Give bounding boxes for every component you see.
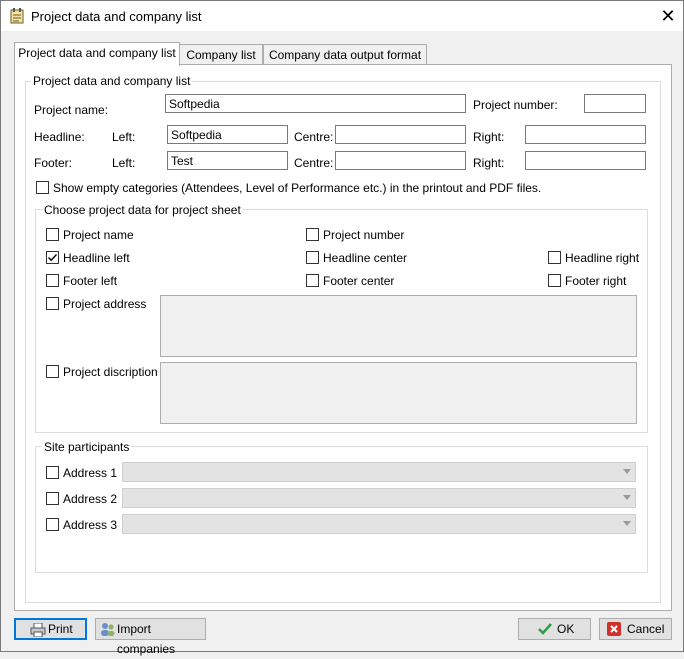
address-3-dropdown[interactable] [122, 514, 636, 534]
ok-button[interactable]: OK [518, 618, 591, 640]
footer-centre-label: Centre: [294, 156, 334, 170]
project-address-option-label: Project address [63, 297, 147, 311]
headline-centre-label: Centre: [294, 130, 334, 144]
show-empty-label: Show empty categories (Attendees, Level … [53, 181, 542, 195]
footer-left-option-label: Footer left [63, 274, 118, 288]
project-name-option-label: Project name [63, 228, 134, 242]
headline-left-input[interactable]: Softpedia [167, 125, 288, 144]
close-icon[interactable]: ✕ [657, 5, 679, 27]
address-1-checkbox[interactable] [46, 466, 59, 479]
headline-right-option-label: Headline right [565, 251, 640, 265]
address-3-checkbox[interactable] [46, 518, 59, 531]
cancel-x-icon [607, 622, 623, 636]
title-bar: Project data and company list ✕ [1, 1, 683, 31]
project-sheet-group-title: Choose project data for project sheet [42, 203, 243, 217]
project-number-input[interactable] [584, 94, 646, 113]
headline-right-label: Right: [473, 130, 505, 144]
address-2-dropdown[interactable] [122, 488, 636, 508]
chevron-down-icon [623, 521, 631, 526]
dialog-window: Project data and company list ✕ Project … [0, 0, 684, 656]
footer-right-input[interactable] [525, 151, 646, 170]
tab-company-list[interactable]: Company list [179, 44, 263, 65]
footer-right-option-label: Footer right [565, 274, 627, 288]
headline-label: Headline: [34, 130, 85, 144]
checkmark-icon [48, 254, 58, 262]
project-number-option-label: Project number [323, 228, 405, 242]
show-empty-checkbox[interactable] [36, 181, 49, 194]
tab-project-data[interactable]: Project data and company list [14, 42, 180, 66]
project-discription-checkbox[interactable] [46, 365, 59, 378]
footer-label: Footer: [34, 156, 73, 170]
footer-right-label: Right: [473, 156, 505, 170]
window-title: Project data and company list [31, 9, 202, 24]
project-name-input[interactable]: Softpedia [165, 94, 466, 113]
project-discription-option-label: Project discription [63, 365, 158, 379]
footer-right-checkbox[interactable] [548, 274, 561, 287]
project-data-group-title: Project data and company list [31, 74, 193, 88]
check-icon [537, 622, 553, 636]
headline-center-checkbox[interactable] [306, 251, 319, 264]
address-1-dropdown[interactable] [122, 462, 636, 482]
address-2-label: Address 2 [63, 492, 118, 506]
tab-panel: Project data and company list Project na… [14, 64, 672, 611]
project-address-checkbox[interactable] [46, 297, 59, 310]
address-2-checkbox[interactable] [46, 492, 59, 505]
project-address-textarea[interactable] [160, 295, 637, 357]
chevron-down-icon [623, 495, 631, 500]
project-number-checkbox[interactable] [306, 228, 319, 241]
headline-left-checkbox[interactable] [46, 251, 59, 264]
address-3-label: Address 3 [63, 518, 118, 532]
cancel-button-label: Cancel [627, 622, 665, 636]
project-name-checkbox[interactable] [46, 228, 59, 241]
people-icon [100, 622, 116, 636]
import-companies-button[interactable]: Import companies [95, 618, 206, 656]
chevron-down-icon [623, 469, 631, 474]
footer-left-label: Left: [112, 156, 136, 170]
site-participants-group-title: Site participants [42, 440, 132, 454]
footer-center-option-label: Footer center [323, 274, 395, 288]
app-notepad-icon [10, 8, 24, 24]
ok-button-label: OK [557, 622, 575, 636]
footer-centre-input[interactable] [335, 151, 466, 170]
address-1-label: Address 1 [63, 466, 118, 480]
printer-icon [30, 622, 46, 638]
headline-centre-input[interactable] [335, 125, 466, 144]
project-name-label: Project name: [34, 103, 109, 117]
project-discription-textarea[interactable] [160, 362, 637, 424]
headline-right-checkbox[interactable] [548, 251, 561, 264]
project-number-label: Project number: [473, 98, 558, 112]
headline-left-label: Left: [112, 130, 136, 144]
footer-left-input[interactable]: Test [167, 151, 288, 170]
print-button[interactable]: Print [14, 618, 87, 640]
tab-output-format[interactable]: Company data output format [263, 44, 427, 65]
cancel-button[interactable]: Cancel [599, 618, 672, 640]
headline-right-input[interactable] [525, 125, 646, 144]
print-button-label: Print [48, 622, 73, 636]
footer-left-checkbox[interactable] [46, 274, 59, 287]
import-companies-label: Import companies [117, 622, 176, 656]
footer-center-checkbox[interactable] [306, 274, 319, 287]
headline-left-option-label: Headline left [63, 251, 130, 265]
headline-center-option-label: Headline center [323, 251, 408, 265]
